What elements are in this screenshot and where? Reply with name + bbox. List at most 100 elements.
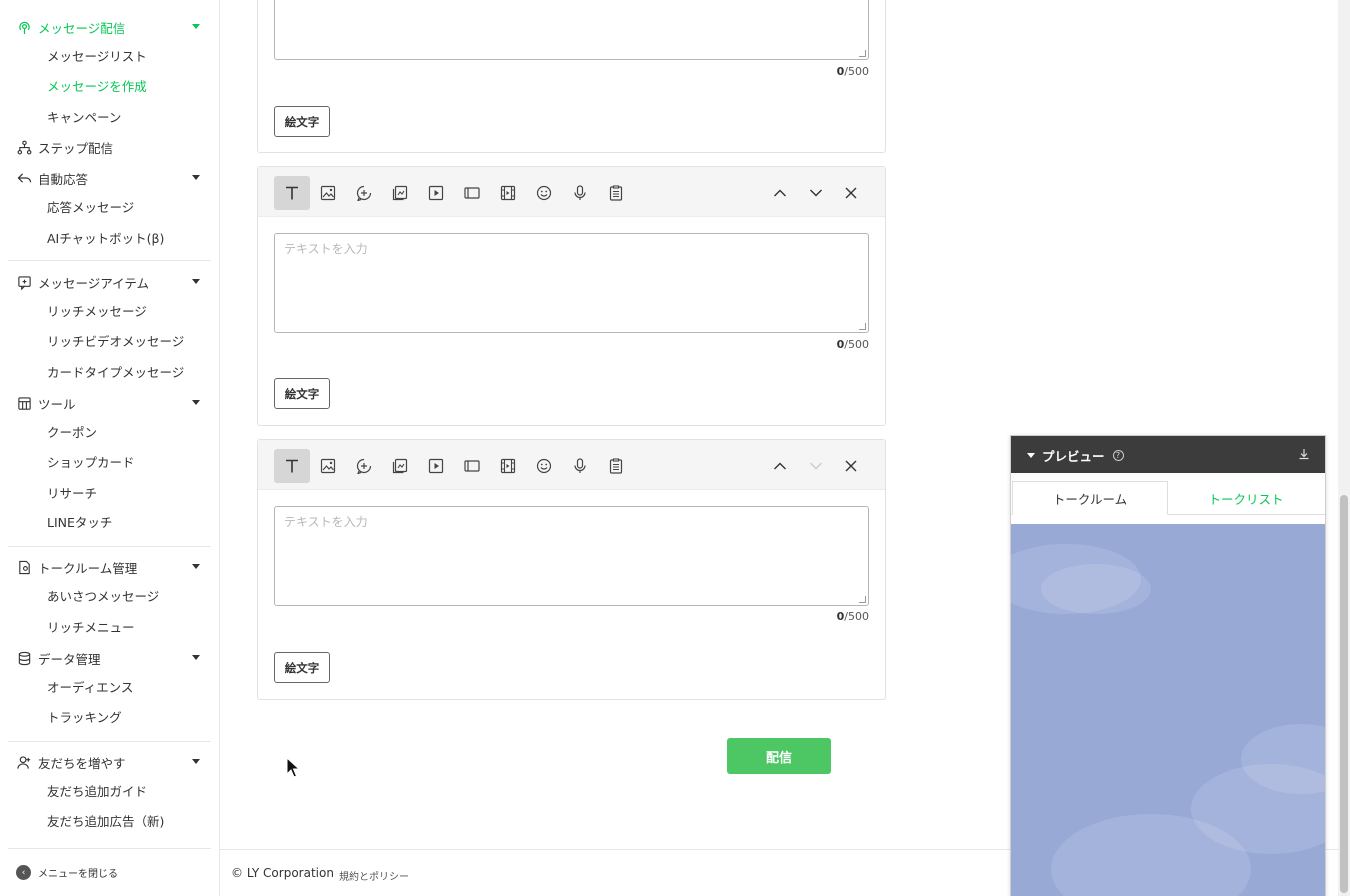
- nav-card-type-message[interactable]: カードタイプメッセージ: [47, 363, 184, 383]
- stamp-type-button[interactable]: [346, 449, 382, 483]
- preview-header[interactable]: プレビュー ?: [1011, 436, 1325, 473]
- close-icon: [845, 187, 857, 199]
- emoji-type-button[interactable]: [526, 449, 562, 483]
- text-type-button[interactable]: [274, 449, 310, 483]
- tab-talkroom[interactable]: トークルーム: [1012, 481, 1168, 515]
- cardtype-type-button[interactable]: [454, 176, 490, 210]
- nav-label: トークルーム管理: [38, 560, 138, 576]
- video-type-button[interactable]: [418, 176, 454, 210]
- chevron-down-icon: [810, 462, 822, 470]
- image-icon: [320, 185, 336, 201]
- research-icon: [609, 185, 623, 201]
- nav-friend-guide[interactable]: 友だち追加ガイド: [47, 782, 147, 802]
- caret-down-icon[interactable]: [1027, 453, 1035, 458]
- cloud-decoration: [1041, 564, 1151, 614]
- richvideo-type-button[interactable]: [490, 449, 526, 483]
- image-icon: [320, 458, 336, 474]
- nav-campaign[interactable]: キャンペーン: [47, 108, 121, 128]
- nav-coupon[interactable]: クーポン: [47, 423, 97, 443]
- nav-research[interactable]: リサーチ: [47, 484, 97, 504]
- delete-button[interactable]: [833, 176, 869, 210]
- cardtype-type-button[interactable]: [454, 449, 490, 483]
- help-icon[interactable]: ?: [1112, 450, 1124, 461]
- coupon-type-button[interactable]: [382, 176, 418, 210]
- resize-handle-icon[interactable]: [859, 50, 866, 57]
- move-up-button[interactable]: [762, 176, 798, 210]
- emoji-type-button[interactable]: [526, 176, 562, 210]
- move-down-button: [798, 449, 834, 483]
- move-down-button[interactable]: [798, 176, 834, 210]
- preview-tabs: トークルーム トークリスト: [1011, 473, 1325, 515]
- nav-label: ツール: [38, 396, 76, 412]
- stamp-type-button[interactable]: [346, 176, 382, 210]
- database-icon: [16, 650, 32, 666]
- message-toolbar: [258, 167, 885, 217]
- tab-talklist[interactable]: トークリスト: [1168, 481, 1324, 515]
- chevron-down-icon: [192, 759, 200, 764]
- message-card: 0/500 絵文字: [257, 0, 886, 153]
- nav-data-management[interactable]: データ管理: [16, 647, 204, 669]
- nav-tracking[interactable]: トラッキング: [47, 708, 122, 728]
- send-button[interactable]: 配信: [727, 738, 831, 774]
- scrollbar-thumb[interactable]: [1340, 495, 1348, 893]
- nav-greeting-message[interactable]: あいさつメッセージ: [47, 587, 159, 607]
- nav-label: メッセージアイテム: [38, 275, 150, 291]
- nav-tools[interactable]: ツール: [16, 392, 204, 414]
- resize-handle-icon[interactable]: [859, 596, 866, 603]
- nav-increase-friends[interactable]: 友だちを増やす: [16, 751, 204, 773]
- voice-type-button[interactable]: [562, 449, 598, 483]
- nav-message-items[interactable]: メッセージアイテム: [16, 271, 204, 293]
- chevron-up-icon: [774, 189, 786, 197]
- message-textarea[interactable]: [274, 0, 869, 60]
- image-type-button[interactable]: [310, 176, 346, 210]
- emoji-button[interactable]: 絵文字: [274, 106, 330, 137]
- download-icon[interactable]: [1297, 447, 1311, 461]
- nav-rich-video-message[interactable]: リッチビデオメッセージ: [47, 332, 184, 352]
- preview-panel: プレビュー ? トークルーム トークリスト: [1010, 435, 1326, 896]
- nav-rich-menu[interactable]: リッチメニュー: [47, 618, 135, 638]
- coupon-type-button[interactable]: [382, 449, 418, 483]
- message-textarea[interactable]: テキストを入力: [274, 506, 869, 606]
- message-item-icon: [16, 274, 32, 290]
- terms-link[interactable]: 規約とポリシー: [339, 868, 409, 883]
- nav-reply-message[interactable]: 応答メッセージ: [47, 198, 134, 218]
- chevron-down-icon: [192, 279, 200, 284]
- nav-audience[interactable]: オーディエンス: [47, 678, 133, 698]
- emoji-button[interactable]: 絵文字: [274, 652, 330, 683]
- message-card: テキストを入力 0/500 絵文字: [257, 166, 886, 426]
- nav-friend-ads[interactable]: 友だち追加広告（新): [47, 812, 164, 832]
- close-menu-button[interactable]: ‹ メニューを閉じる: [16, 865, 118, 880]
- nav-auto-reply[interactable]: 自動応答: [16, 167, 204, 189]
- voice-type-button[interactable]: [562, 176, 598, 210]
- nav-shop-card[interactable]: ショップカード: [47, 453, 135, 473]
- nav-message-broadcast[interactable]: メッセージ配信: [16, 16, 204, 38]
- message-toolbar: [258, 440, 885, 490]
- research-type-button[interactable]: [598, 176, 634, 210]
- reply-icon: [16, 170, 32, 186]
- richvideo-type-button[interactable]: [490, 176, 526, 210]
- nav-message-list[interactable]: メッセージリスト: [47, 47, 147, 67]
- nav-talkroom[interactable]: トークルーム管理: [16, 556, 204, 578]
- nav-ai-chatbot[interactable]: AIチャットボット(β): [47, 229, 164, 249]
- nav-line-touch[interactable]: LINEタッチ: [47, 513, 112, 533]
- chevron-down-icon: [192, 655, 200, 660]
- resize-handle-icon[interactable]: [859, 323, 866, 330]
- textarea-placeholder: テキストを入力: [284, 515, 368, 529]
- text-type-button[interactable]: [274, 176, 310, 210]
- page-scrollbar[interactable]: [1338, 0, 1350, 896]
- message-textarea[interactable]: テキストを入力: [274, 233, 869, 333]
- research-type-button[interactable]: [598, 449, 634, 483]
- nav-step-broadcast[interactable]: ステップ配信: [16, 136, 204, 158]
- video-type-button[interactable]: [418, 449, 454, 483]
- textarea-placeholder: テキストを入力: [284, 242, 368, 256]
- char-counter: 0/500: [836, 65, 869, 78]
- nav-rich-message[interactable]: リッチメッセージ: [47, 302, 147, 322]
- cardtype-icon: [464, 187, 480, 199]
- nav-create-message[interactable]: メッセージを作成: [47, 77, 147, 97]
- delete-button[interactable]: [833, 449, 869, 483]
- nav-label: データ管理: [38, 651, 101, 667]
- emoji-button[interactable]: 絵文字: [274, 378, 330, 409]
- text-icon: [286, 459, 298, 473]
- image-type-button[interactable]: [310, 449, 346, 483]
- move-up-button[interactable]: [762, 449, 798, 483]
